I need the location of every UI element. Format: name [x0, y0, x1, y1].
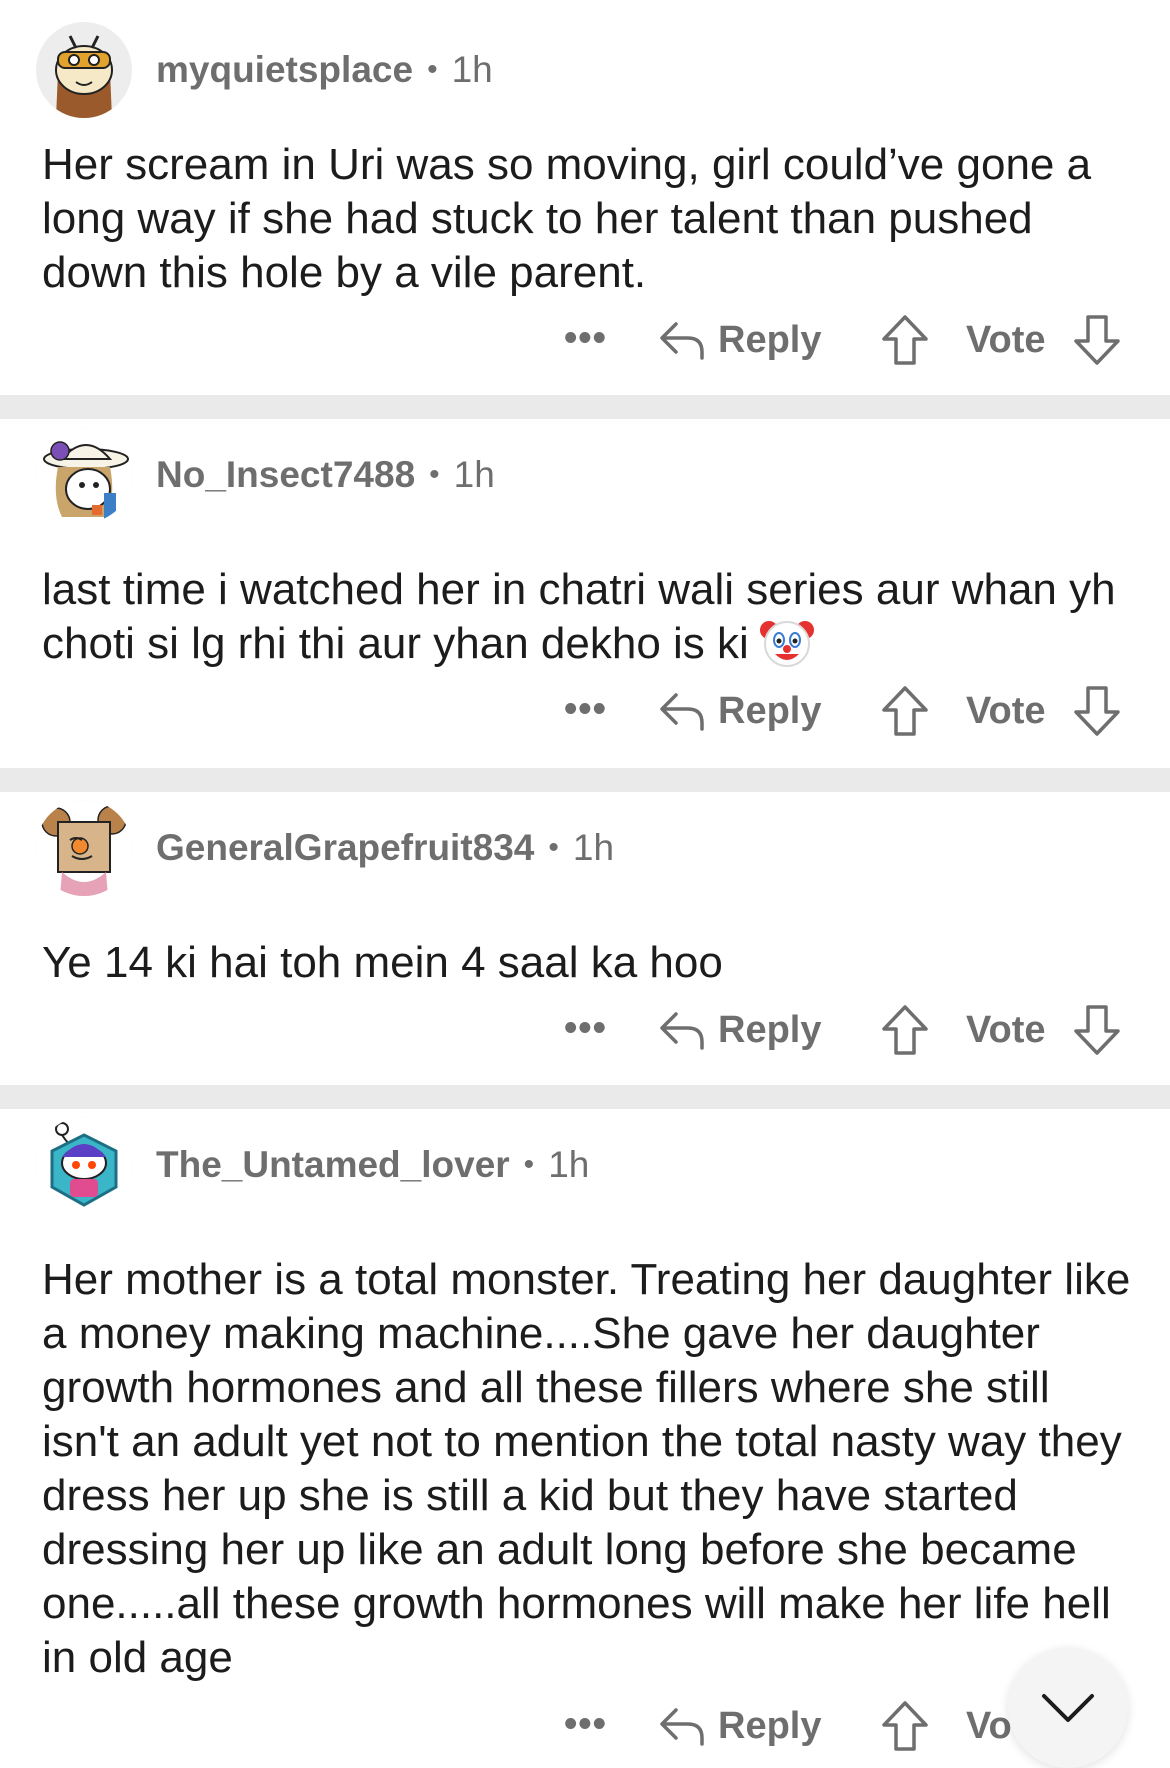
comment-2: No_Insect7488 • 1h last time i watched h… [0, 419, 1170, 768]
downvote-arrow-icon[interactable] [1072, 313, 1122, 367]
comment-actions: ••• Reply Vote [0, 995, 1170, 1065]
reply-button[interactable]: Reply [658, 311, 821, 369]
comment-header: The_Untamed_lover • 1h [36, 1115, 589, 1215]
downvote-arrow-icon[interactable] [1072, 1003, 1122, 1057]
comment-actions: ••• Reply Vo [0, 1691, 1170, 1761]
meta-separator: • [523, 1148, 535, 1181]
meta-separator: • [548, 831, 559, 864]
reply-label: Reply [718, 318, 822, 361]
reply-label: Reply [718, 1704, 822, 1747]
username[interactable]: GeneralGrapefruit834 [156, 827, 534, 869]
comment-separator [0, 1085, 1170, 1109]
more-options-button[interactable]: ••• [564, 1705, 607, 1743]
comment-separator [0, 768, 1170, 792]
reply-arrow-icon [660, 322, 704, 360]
meta-separator: • [429, 458, 440, 491]
reply-button[interactable]: Reply [658, 682, 821, 740]
comment-meta: No_Insect7488 • 1h [156, 454, 495, 496]
vote-count: Vote [966, 1009, 1046, 1051]
meta-separator: • [427, 53, 438, 86]
vote-count: Vote [966, 690, 1046, 732]
comment-body-text: last time i watched her in chatri wali s… [42, 565, 1116, 668]
username[interactable]: The_Untamed_lover [156, 1144, 510, 1186]
timestamp: 1h [548, 1144, 590, 1185]
comment-body: Her mother is a total monster. Treating … [42, 1255, 1131, 1682]
upvote-arrow-icon[interactable] [880, 1003, 930, 1057]
reply-button[interactable]: Reply [658, 1001, 821, 1059]
reply-arrow-icon [660, 1708, 704, 1746]
comment-3: GeneralGrapefruit834 • 1h Ye 14 ki hai t… [0, 792, 1170, 1085]
vote-count: Vote [966, 319, 1046, 361]
comment-separator [0, 395, 1170, 419]
more-options-button[interactable]: ••• [564, 690, 607, 728]
more-options-button[interactable]: ••• [564, 1009, 607, 1047]
scroll-down-button[interactable] [1008, 1648, 1128, 1768]
downvote-arrow-icon[interactable] [1072, 684, 1122, 738]
comment-body: Her scream in Uri was so moving, girl co… [42, 140, 1092, 297]
comment-actions: ••• Reply Vote [0, 676, 1170, 746]
clown-face-icon [759, 621, 814, 668]
reply-label: Reply [718, 689, 822, 732]
comment-header: myquietsplace • 1h [36, 20, 493, 120]
comment-4: The_Untamed_lover • 1h Her mother is a t… [0, 1109, 1170, 1762]
reply-label: Reply [718, 1008, 822, 1051]
username[interactable]: myquietsplace [156, 49, 413, 91]
comment-meta: myquietsplace • 1h [156, 49, 493, 91]
timestamp: 1h [572, 827, 615, 868]
reply-button[interactable]: Reply [658, 1697, 821, 1755]
upvote-arrow-icon[interactable] [880, 1699, 930, 1753]
sunhat-avatar-icon[interactable] [36, 427, 132, 523]
upvote-arrow-icon[interactable] [880, 684, 930, 738]
comment-1: myquietsplace • 1h Her scream in Uri was… [0, 0, 1170, 395]
username[interactable]: No_Insect7488 [156, 454, 415, 496]
vote-count: Vo [966, 1705, 1012, 1747]
upvote-arrow-icon[interactable] [880, 313, 930, 367]
comment-header: GeneralGrapefruit834 • 1h [36, 798, 614, 898]
more-options-button[interactable]: ••• [564, 319, 607, 357]
comment-body: Ye 14 ki hai toh mein 4 saal ka hoo [42, 938, 723, 987]
timestamp: 1h [453, 454, 495, 495]
comment-meta: GeneralGrapefruit834 • 1h [156, 827, 614, 869]
hexagon-snoo-avatar-icon[interactable] [36, 1117, 132, 1213]
chevron-down-icon [1042, 1694, 1094, 1722]
reply-arrow-icon [660, 1012, 704, 1050]
timestamp: 1h [451, 49, 493, 90]
comment-actions: ••• Reply Vote [0, 305, 1170, 375]
comment-body: last time i watched her in chatri wali s… [42, 563, 1132, 672]
box-head-avatar-icon[interactable] [36, 800, 132, 896]
owl-avatar-icon[interactable] [36, 22, 132, 118]
reply-arrow-icon [660, 693, 704, 731]
comment-header: No_Insect7488 • 1h [36, 425, 495, 525]
comment-meta: The_Untamed_lover • 1h [156, 1144, 589, 1186]
